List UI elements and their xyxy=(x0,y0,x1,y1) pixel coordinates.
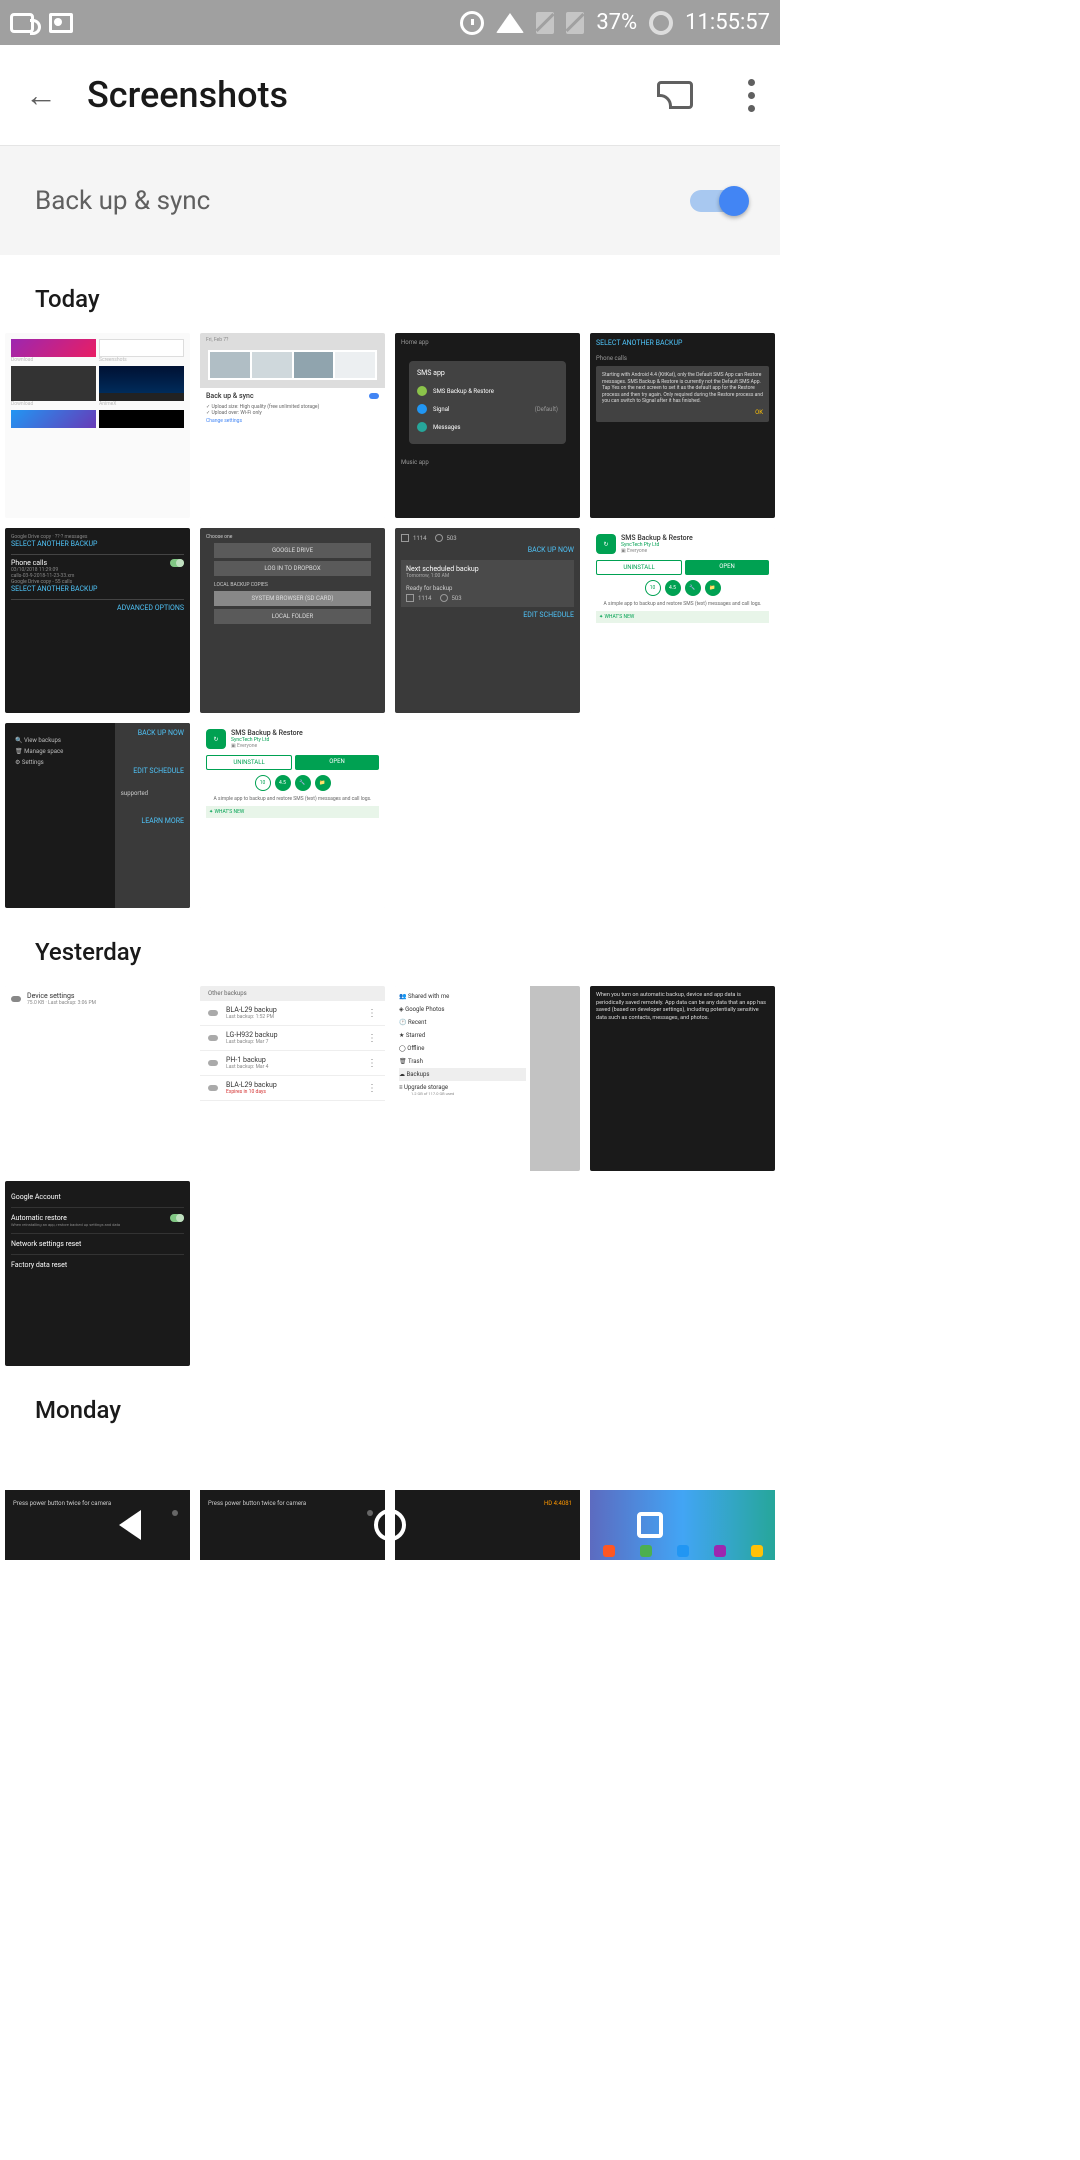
cast-icon[interactable] xyxy=(657,81,693,109)
wifi-icon xyxy=(496,13,524,33)
thumbnail[interactable]: ↻ SMS Backup & RestoreSyncTech Pty Ltd▣ … xyxy=(200,723,385,908)
gallery-icon xyxy=(49,13,73,33)
page-title: Screenshots xyxy=(87,74,627,116)
sim-icon xyxy=(566,12,584,34)
back-button[interactable]: ← xyxy=(25,76,57,114)
thumbnail[interactable]: 🔍 View backups 🗑 Manage space ⚙ Settings… xyxy=(5,723,190,908)
backup-sync-label: Back up & sync xyxy=(35,186,210,216)
thumbnail[interactable]: Download Screenshots Download AnimeX xyxy=(5,333,190,518)
thumbnail[interactable]: SELECT ANOTHER BACKUP Phone calls Starti… xyxy=(590,333,775,518)
section-monday: Monday xyxy=(0,1366,780,1444)
section-today: Today xyxy=(0,255,780,333)
thumbnail[interactable]: ↻ SMS Backup & RestoreSyncTech Pty Ltd▣ … xyxy=(590,528,775,713)
thumbnail[interactable]: Other backups BLA-L29 backupLast backup:… xyxy=(200,986,385,1171)
coffee-icon xyxy=(10,13,34,33)
thumbnail[interactable]: Fri, Feb 7? Back up & sync ✓ Upload size… xyxy=(200,333,385,518)
thumbnail[interactable]: 👥 Shared with me ◈ Google Photos 🕐 Recen… xyxy=(395,986,580,1171)
thumbnail[interactable]: 1114503 BACK UP NOW Next scheduled backu… xyxy=(395,528,580,713)
time-text: 11:55:57 xyxy=(685,10,770,35)
thumbnail[interactable]: Device settings75.0 KB · Last backup: 3:… xyxy=(5,986,190,1171)
backup-sync-toggle[interactable] xyxy=(690,190,745,212)
sim-icon xyxy=(536,12,554,34)
loading-icon xyxy=(649,11,673,35)
thumbnail[interactable]: Google Drive copy · ??·? messages SELECT… xyxy=(5,528,190,713)
navigation-bar xyxy=(0,1490,780,1560)
nav-back-button[interactable] xyxy=(110,1505,150,1545)
status-bar: 37% 11:55:57 xyxy=(0,0,780,45)
alarm-icon xyxy=(460,11,484,35)
nav-recent-button[interactable] xyxy=(630,1505,670,1545)
thumbnail[interactable]: Home app SMS app SMS Backup & Restore Si… xyxy=(395,333,580,518)
battery-text: 37% xyxy=(596,10,637,35)
thumbnail[interactable]: Choose one GOOGLE DRIVE LOG IN TO DROPBO… xyxy=(200,528,385,713)
thumbnail[interactable]: When you turn on automatic backup, devic… xyxy=(590,986,775,1171)
section-yesterday: Yesterday xyxy=(0,908,780,986)
nav-home-button[interactable] xyxy=(370,1505,410,1545)
backup-sync-bar[interactable]: Back up & sync xyxy=(0,145,780,255)
app-bar: ← Screenshots xyxy=(0,45,780,145)
more-icon[interactable] xyxy=(748,79,755,112)
thumbnail[interactable]: Google Account Automatic restoreWhen rei… xyxy=(5,1181,190,1366)
